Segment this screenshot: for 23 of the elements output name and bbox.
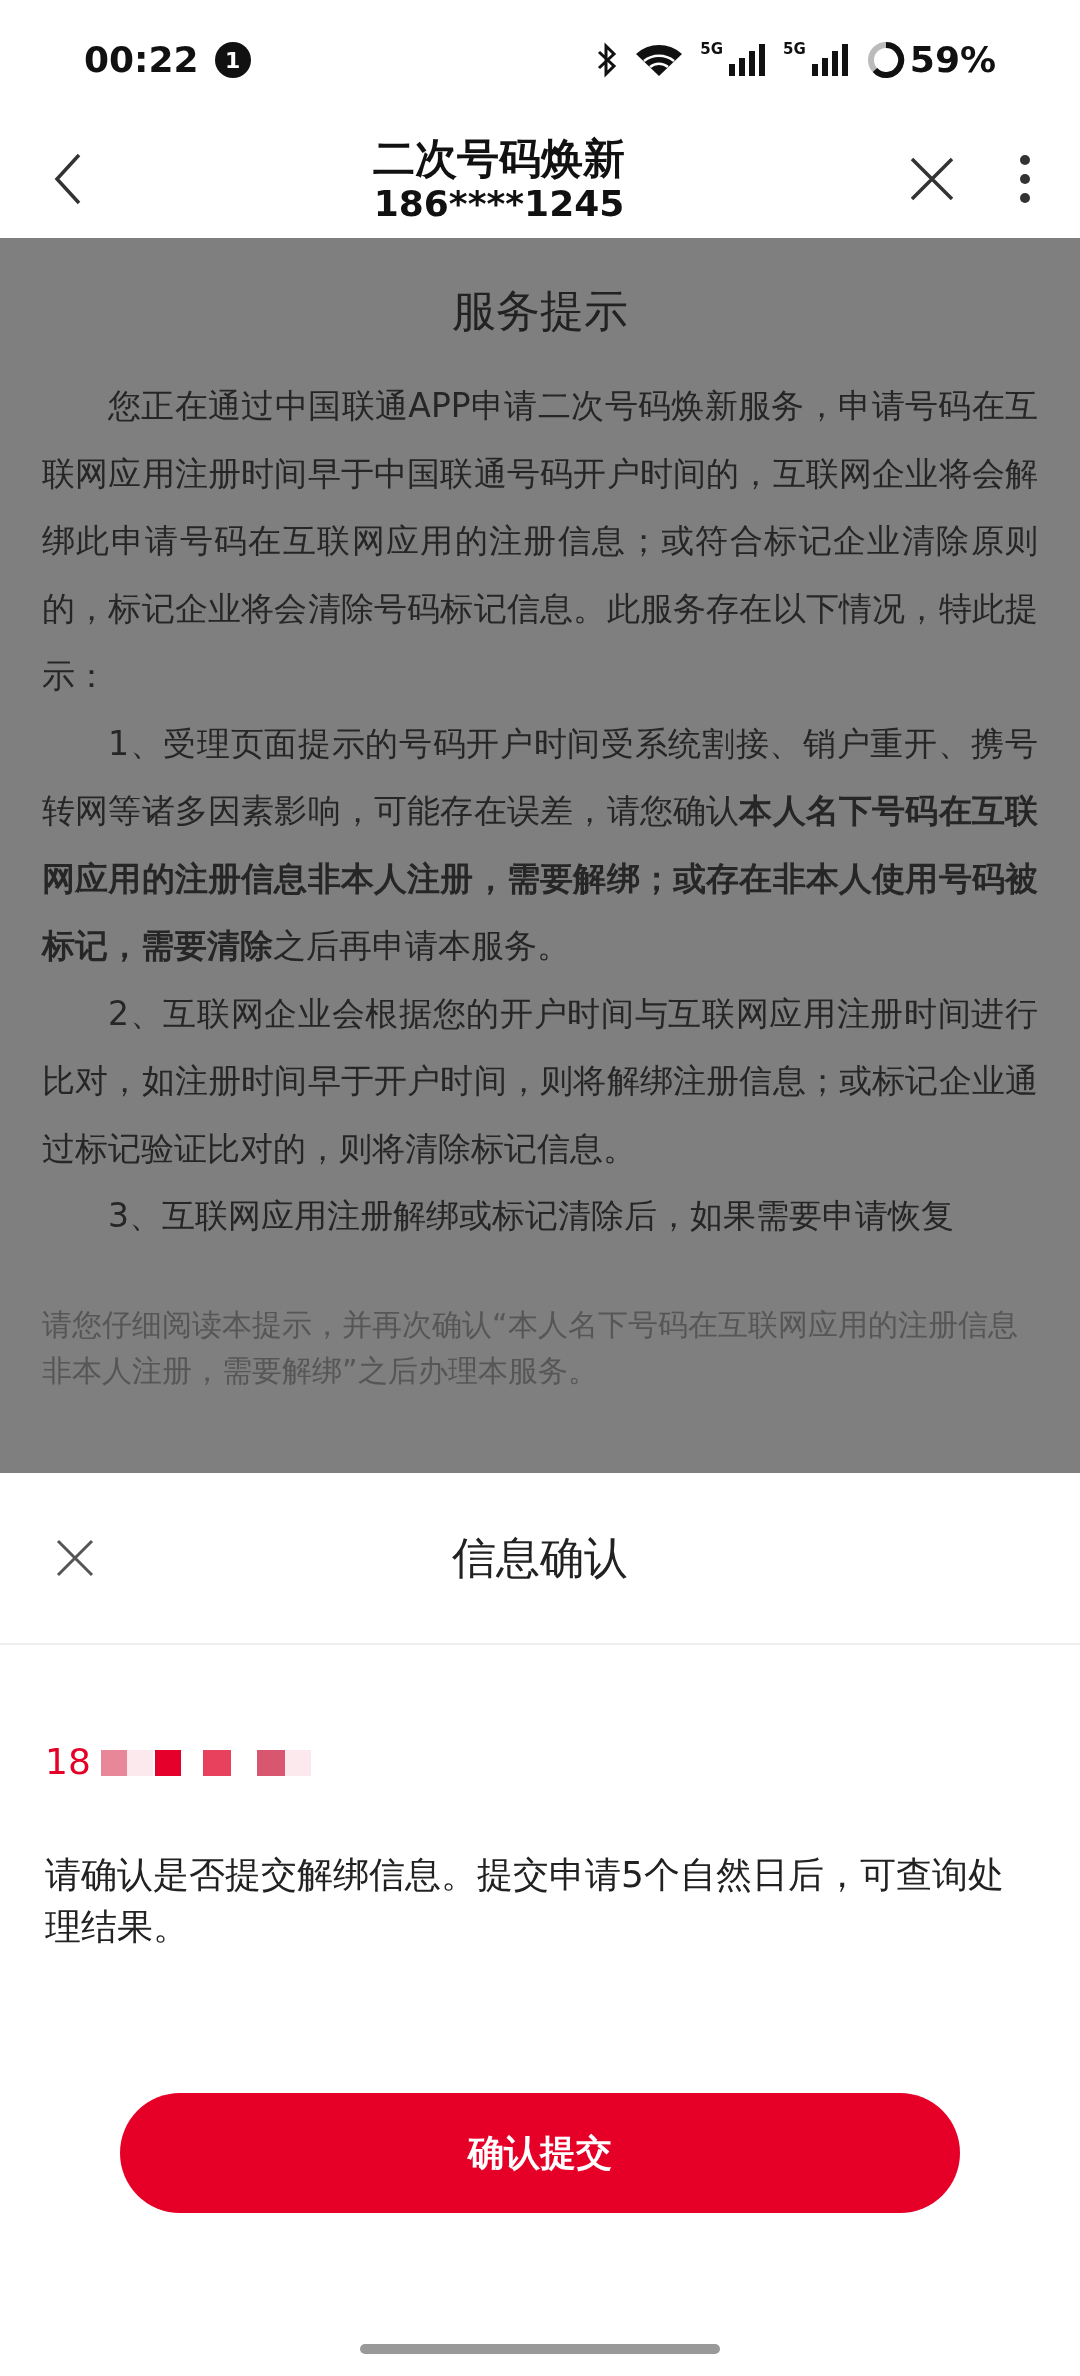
bluetooth-icon <box>596 42 619 78</box>
notice-title: 服务提示 <box>451 284 629 338</box>
network-type-label: 5G <box>700 42 724 57</box>
phone-number: 186****1245 <box>373 184 625 224</box>
masked-phone-number: 18 <box>45 1740 91 1784</box>
notice-paragraph: 3、互联网应用注册解绑或标记清除后，如果需要申请恢复 <box>107 1195 955 1237</box>
close-icon <box>909 156 955 202</box>
notice-paragraph: 1、受理页面提示的号码开户时间受系统割接、销户重开、携号转网等诸多因素影响，可能存在误差，请您确认本人名下号码在互联网应用的注册信息非本人注册，需要解绑；或存在非本人使用号码被标记，需要清除之后再申请本服务。 <box>42 722 1038 967</box>
clock-time: 00:22 <box>84 38 199 82</box>
more-icon <box>1019 154 1031 204</box>
network-type-label: 5G <box>783 42 806 57</box>
confirm-message: 请确认是否提交解绑信息。提交申请5个自然日后，可查询处理结果。 <box>45 1853 1005 1949</box>
page-title: 二次号码焕新 <box>373 134 625 185</box>
battery-ring-icon <box>865 40 906 80</box>
close-icon <box>55 1538 95 1578</box>
signal-icon <box>727 42 768 78</box>
sheet-title: 信息确认 <box>452 1531 628 1585</box>
battery-percent: 59% <box>909 38 996 82</box>
signal-icon <box>809 42 850 78</box>
notification-count: 1 <box>214 42 251 78</box>
notice-paragraph: 您正在通过中国联通APP申请二次号码焕新服务，申请号码在互联网应用注册时间早于中国联通号码开户时间的，互联网企业将会解绑此申请号码在互联网应用的注册信息；或符合标记企业清除原则的，标记企业将会清除号码标记信息。此服务存在以下情况，特此提示： <box>42 385 1038 697</box>
notice-paragraph: 2、互联网企业会根据您的开户时间与互联网应用注册时间进行比对，如注册时间早于开户时间，则将解绑注册信息；或标记企业通过标记验证比对的，则将清除标记信息。 <box>42 992 1038 1170</box>
submit-button[interactable]: 确认提交 <box>120 2093 960 2213</box>
